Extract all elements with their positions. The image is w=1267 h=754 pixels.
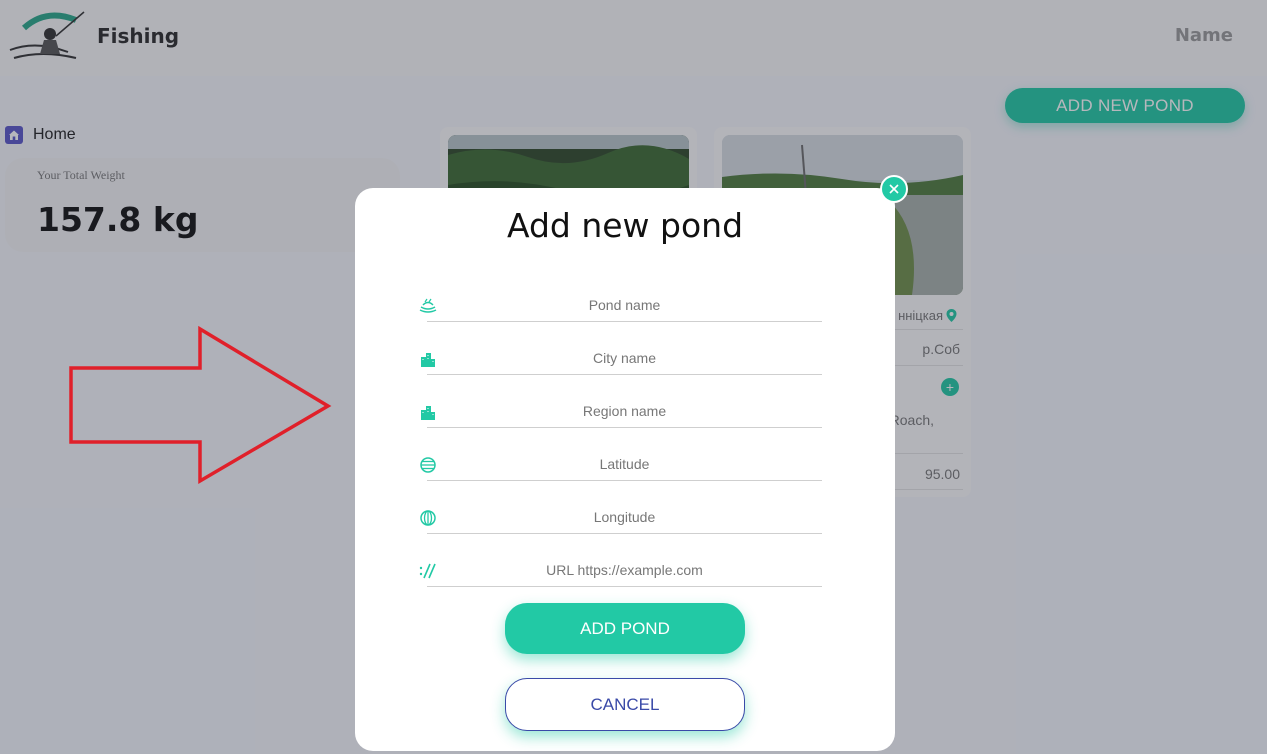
url-field: [419, 553, 822, 595]
modal-title: Add new pond: [506, 206, 744, 245]
longitude-field: [419, 500, 822, 542]
pond-name-field: [419, 288, 822, 330]
cancel-button[interactable]: CANCEL: [505, 678, 745, 731]
region-name-field: [419, 394, 822, 436]
city-name-field: [419, 341, 822, 383]
add-pond-button[interactable]: ADD POND: [505, 603, 745, 654]
city-name-input[interactable]: [427, 341, 822, 375]
close-button[interactable]: [880, 175, 908, 203]
url-input[interactable]: [427, 553, 822, 587]
add-pond-modal: Add new pond Pond name City name Region …: [355, 175, 908, 751]
region-name-input[interactable]: [427, 394, 822, 428]
latitude-field: [419, 447, 822, 489]
close-icon: [889, 184, 899, 194]
latitude-input[interactable]: [427, 447, 822, 481]
longitude-input[interactable]: [427, 500, 822, 534]
pond-name-input[interactable]: [427, 288, 822, 322]
red-arrow-annotation-icon: [69, 325, 332, 485]
